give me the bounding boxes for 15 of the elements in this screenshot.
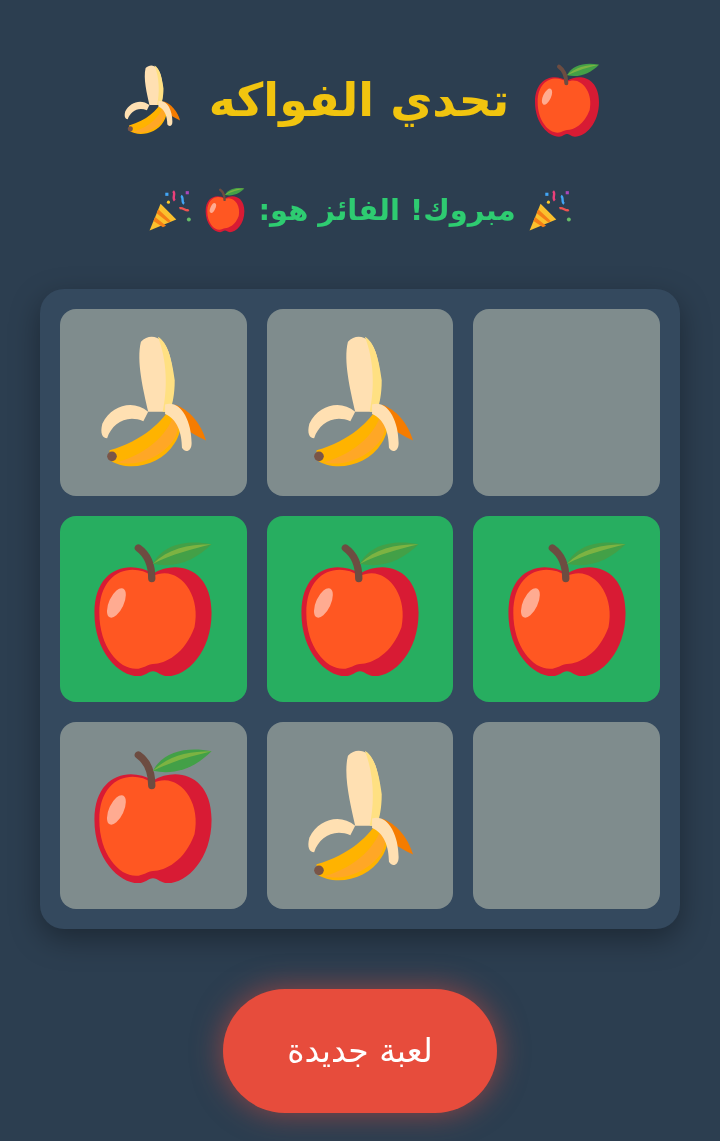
party-popper-icon xyxy=(527,188,572,232)
board-cell[interactable] xyxy=(473,309,660,496)
board-cell[interactable] xyxy=(473,722,660,909)
new-game-button[interactable]: لعبة جديدة xyxy=(223,989,497,1113)
party-popper-icon xyxy=(148,188,193,232)
board-cell[interactable] xyxy=(266,722,454,909)
board-cell[interactable] xyxy=(266,515,454,703)
game-title: تحدي الفواكه xyxy=(208,72,510,129)
board-cell[interactable] xyxy=(60,515,247,703)
board-cell[interactable] xyxy=(266,309,454,496)
board-cell[interactable] xyxy=(473,515,660,703)
apple-icon xyxy=(533,62,602,138)
board-cell[interactable] xyxy=(60,309,247,496)
board-cell[interactable] xyxy=(60,722,247,909)
winner-message: مبروك! الفائز هو: xyxy=(258,192,516,229)
